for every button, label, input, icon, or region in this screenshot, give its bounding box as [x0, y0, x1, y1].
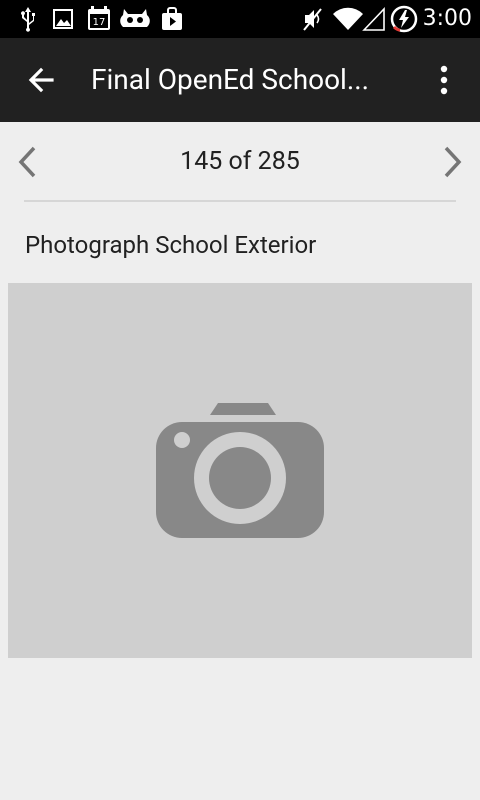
overflow-menu-button[interactable] — [426, 58, 462, 102]
next-button[interactable] — [434, 140, 470, 184]
image-icon — [53, 9, 73, 29]
no-signal-icon — [362, 7, 385, 31]
app-bar: Final OpenEd School... — [0, 38, 480, 122]
app-title: Final OpenEd School... — [91, 63, 370, 96]
calendar-icon: 17 — [88, 6, 110, 30]
status-bar: 17 3:00 — [0, 0, 480, 38]
calendar-day: 17 — [93, 17, 106, 28]
chevron-right-icon — [444, 146, 462, 178]
question-pager: 145 of 285 — [0, 122, 480, 202]
question-label: Photograph School Exterior — [25, 231, 317, 259]
wifi-icon — [333, 7, 363, 30]
photo-capture-area[interactable] — [8, 283, 472, 658]
cyanogenmod-icon — [120, 9, 150, 27]
usb-icon — [21, 7, 35, 32]
back-button[interactable] — [18, 58, 64, 102]
status-time: 3:00 — [422, 6, 472, 31]
play-store-icon — [162, 7, 182, 30]
battery-charging-icon — [390, 5, 418, 33]
more-vert-icon — [440, 65, 448, 95]
divider — [24, 200, 456, 202]
question-counter: 145 of 285 — [180, 147, 300, 176]
mute-icon — [303, 8, 322, 31]
camera-icon — [156, 403, 324, 538]
arrow-back-icon — [28, 67, 54, 93]
